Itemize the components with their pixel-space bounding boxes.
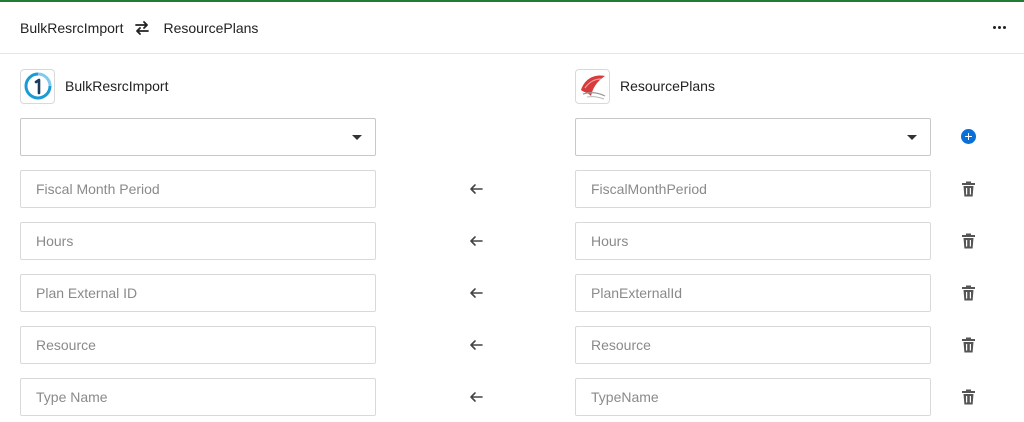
trash-icon[interactable]: [961, 181, 976, 197]
target-entity-select[interactable]: [575, 118, 931, 156]
mapping-panel: BulkResrcImport ResourcePlans BulkResrcI…: [0, 0, 1024, 422]
header-source-name: BulkResrcImport: [20, 19, 124, 36]
trash-icon[interactable]: [961, 233, 976, 249]
source-system-name: BulkResrcImport: [65, 78, 169, 94]
header-target-name: ResourcePlans: [163, 19, 259, 36]
arrow-left-icon: [470, 340, 483, 350]
arrow-left-icon: [470, 236, 483, 246]
source-field[interactable]: Fiscal Month Period: [20, 170, 376, 208]
bulk-import-logo: [20, 68, 55, 104]
sql-server-logo-icon: [580, 75, 605, 100]
source-field[interactable]: Type Name: [20, 378, 376, 416]
source-system: BulkResrcImport: [20, 68, 168, 104]
source-field[interactable]: Plan External ID: [20, 274, 376, 312]
more-horizontal-icon: [992, 25, 996, 29]
trash-icon[interactable]: [961, 285, 976, 301]
swap-arrows-icon: [135, 20, 150, 35]
panel-header: BulkResrcImport ResourcePlans: [0, 2, 1024, 54]
target-field[interactable]: PlanExternalId: [575, 274, 931, 312]
source-field[interactable]: Resource: [20, 326, 376, 364]
more-options-button[interactable]: [990, 18, 1008, 36]
target-system: ResourcePlans: [575, 68, 715, 104]
source-field[interactable]: Hours: [20, 222, 376, 260]
target-field[interactable]: Resource: [575, 326, 931, 364]
caret-down-icon: [352, 135, 362, 140]
target-system-name: ResourcePlans: [620, 78, 715, 94]
arrow-left-icon: [470, 288, 483, 298]
arrow-left-icon: [470, 392, 483, 402]
target-field[interactable]: Hours: [575, 222, 931, 260]
arrow-left-icon: [470, 184, 483, 194]
trash-icon[interactable]: [961, 337, 976, 353]
target-field[interactable]: FiscalMonthPeriod: [575, 170, 931, 208]
sql-server-logo: [575, 68, 610, 104]
bulk-import-logo-icon: [24, 72, 51, 100]
add-mapping-button[interactable]: [961, 129, 976, 144]
target-field[interactable]: TypeName: [575, 378, 931, 416]
caret-down-icon: [907, 135, 917, 140]
source-entity-select[interactable]: [20, 118, 376, 156]
trash-icon[interactable]: [961, 389, 976, 405]
